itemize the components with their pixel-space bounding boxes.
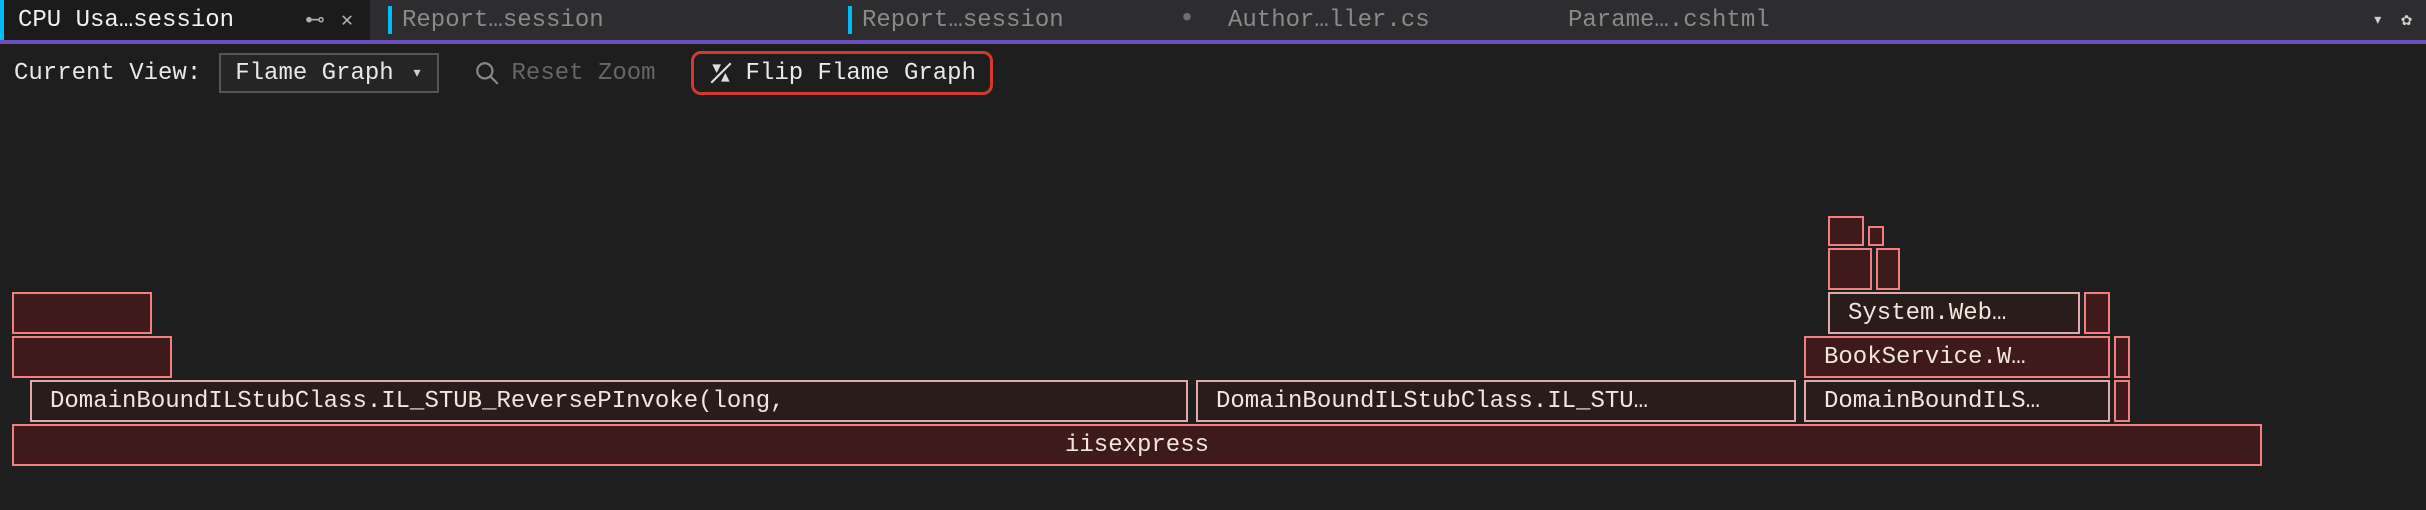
tab-label: Parame….cshtml xyxy=(1568,7,1878,34)
dirty-indicator-icon: • xyxy=(1176,11,1198,29)
tab-label: CPU Usa…session xyxy=(18,7,294,34)
pin-icon[interactable]: ⊷ xyxy=(304,7,326,33)
flame-frame[interactable] xyxy=(1868,226,1884,246)
flame-frame[interactable]: DomainBoundILStubClass.IL_STU… xyxy=(1196,380,1796,422)
flame-frame-label: iisexpress xyxy=(1065,432,1209,459)
flame-frame[interactable] xyxy=(12,292,152,334)
flame-frame-root[interactable]: iisexpress xyxy=(12,424,2262,466)
flame-frame[interactable] xyxy=(1828,248,1872,290)
flame-toolbar: Current View: Flame Graph ▾ Reset Zoom F… xyxy=(0,44,2426,102)
flame-frame-label: DomainBoundILStubClass.IL_STU… xyxy=(1216,388,1648,415)
close-icon[interactable]: ✕ xyxy=(336,7,358,33)
flame-frame[interactable]: DomainBoundILS… xyxy=(1804,380,2110,422)
flame-frame[interactable]: DomainBoundILStubClass.IL_STUB_ReversePI… xyxy=(30,380,1188,422)
tab-label: Author…ller.cs xyxy=(1228,7,1538,34)
flame-frame[interactable]: BookService.W… xyxy=(1804,336,2110,378)
tabstrip-tools: ▾ ✿ xyxy=(2358,0,2426,40)
tabs-overflow-icon[interactable]: ▾ xyxy=(2372,9,2383,31)
flame-frame-label: DomainBoundILS… xyxy=(1824,388,2040,415)
tab-cpu-usage-session[interactable]: CPU Usa…session ⊷ ✕ xyxy=(0,0,370,40)
tab-label: Report…session xyxy=(402,7,818,34)
flame-frame[interactable]: System.Web… xyxy=(1828,292,2080,334)
flip-icon xyxy=(708,60,734,86)
flip-flame-graph-button[interactable]: Flip Flame Graph xyxy=(691,51,993,95)
accent-bar xyxy=(388,6,392,34)
document-tabstrip: CPU Usa…session ⊷ ✕ Report…session Repor… xyxy=(0,0,2426,44)
accent-bar xyxy=(848,6,852,34)
flame-frame-label: DomainBoundILStubClass.IL_STUB_ReversePI… xyxy=(50,388,785,415)
flame-frame[interactable] xyxy=(1828,216,1864,246)
flame-frame-label: System.Web… xyxy=(1848,300,2006,327)
tab-parameters-cshtml[interactable]: Parame….cshtml xyxy=(1550,0,1890,40)
tab-label: Report…session xyxy=(862,7,1166,34)
flame-frame-label: BookService.W… xyxy=(1824,344,2026,371)
flame-frame[interactable] xyxy=(2114,336,2130,378)
flame-frame[interactable] xyxy=(2114,380,2130,422)
flame-graph[interactable]: iisexpress DomainBoundILStubClass.IL_STU… xyxy=(0,102,2426,506)
window-options-icon[interactable]: ✿ xyxy=(2401,9,2412,31)
current-view-select[interactable]: Flame Graph ▾ xyxy=(219,53,438,93)
magnifier-icon xyxy=(474,60,500,86)
current-view-label: Current View: xyxy=(14,60,201,87)
flame-frame[interactable] xyxy=(12,336,172,378)
tab-report-session-1[interactable]: Report…session xyxy=(370,0,830,40)
flame-frame[interactable] xyxy=(1876,248,1900,290)
reset-zoom-button[interactable]: Reset Zoom xyxy=(457,51,673,95)
chevron-down-icon: ▾ xyxy=(412,62,423,84)
tab-report-session-2[interactable]: Report…session • xyxy=(830,0,1210,40)
current-view-value: Flame Graph xyxy=(235,60,393,87)
tab-author-controller[interactable]: Author…ller.cs xyxy=(1210,0,1550,40)
flip-label: Flip Flame Graph xyxy=(746,60,976,87)
reset-zoom-label: Reset Zoom xyxy=(512,60,656,87)
flame-frame[interactable] xyxy=(2084,292,2110,334)
